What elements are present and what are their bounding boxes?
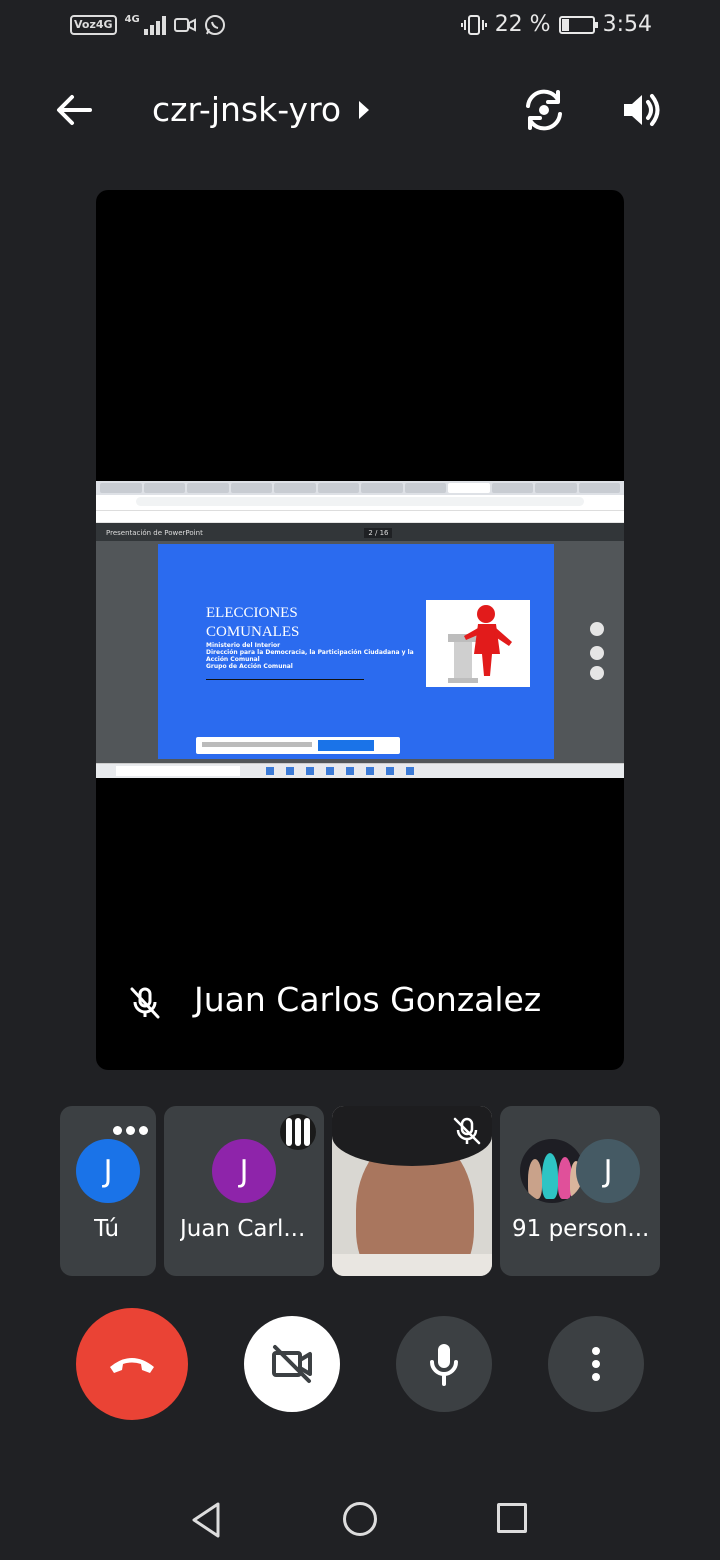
avatar: J xyxy=(576,1139,640,1203)
end-call-icon xyxy=(110,1358,154,1373)
camera-off-icon xyxy=(272,1345,312,1383)
browser-tabs xyxy=(96,481,624,495)
slide-title: ELECCIONES COMUNALES xyxy=(206,605,300,640)
participant-video-tile[interactable] xyxy=(332,1106,492,1276)
mic-toggle-button[interactable] xyxy=(396,1316,492,1412)
clock: 3:54 xyxy=(602,12,652,37)
main-video-tile[interactable]: Presentación de PowerPoint 2 / 16 ELECCI… xyxy=(96,190,624,1070)
speaker-icon[interactable] xyxy=(616,86,664,134)
speaker-name: Juan Carlos Gonzalez xyxy=(194,980,542,1019)
viewer-title: Presentación de PowerPoint xyxy=(106,529,203,537)
slide-subtitle: Ministerio del Interior Dirección para l… xyxy=(206,642,414,670)
system-nav-bar xyxy=(0,1484,720,1560)
more-vert-icon xyxy=(592,1347,600,1381)
windows-taskbar xyxy=(96,763,624,778)
participant-tile-juan[interactable]: J Juan Carl... xyxy=(164,1106,324,1276)
participant-name: Juan Carl... xyxy=(180,1216,306,1242)
slide-divider xyxy=(206,679,364,680)
nav-home-icon[interactable] xyxy=(343,1502,377,1536)
flip-camera-icon[interactable] xyxy=(520,86,568,134)
meeting-info-button[interactable]: czr-jnsk-yro xyxy=(152,90,370,129)
whatsapp-icon xyxy=(204,15,225,35)
share-notice-bar xyxy=(196,737,400,754)
avatar: J xyxy=(76,1139,140,1203)
presentation-slide: ELECCIONES COMUNALES Ministerio del Inte… xyxy=(158,544,554,759)
mic-off-icon xyxy=(453,1117,481,1145)
speaker-name-row: Juan Carlos Gonzalez xyxy=(96,970,624,1070)
avatar: J xyxy=(212,1139,276,1203)
back-arrow-icon[interactable] xyxy=(52,88,96,132)
nav-back-icon[interactable] xyxy=(188,1500,228,1540)
vibrate-icon xyxy=(460,14,487,35)
mic-icon xyxy=(430,1344,458,1386)
mic-off-icon xyxy=(130,987,160,1019)
caret-right-icon xyxy=(359,100,370,119)
video-icon xyxy=(173,18,196,32)
page-indicator: 2 / 16 xyxy=(364,528,393,538)
more-options-button[interactable] xyxy=(548,1316,644,1412)
end-call-button[interactable] xyxy=(76,1308,188,1420)
audio-level-icon xyxy=(280,1114,316,1150)
volte-badge: Voz4G xyxy=(70,15,117,35)
participant-count-label: 91 person... xyxy=(512,1216,650,1242)
more-horiz-icon[interactable] xyxy=(113,1126,148,1135)
screen-share: Presentación de PowerPoint 2 / 16 ELECCI… xyxy=(96,481,624,778)
participant-name: Tú xyxy=(94,1216,120,1242)
battery-icon xyxy=(558,15,598,34)
participant-tile-self[interactable]: J Tú xyxy=(60,1106,156,1276)
group-photo-avatar xyxy=(520,1139,584,1203)
signal-icon: 4G xyxy=(125,15,166,35)
camera-toggle-button[interactable] xyxy=(244,1316,340,1412)
browser-bookmarks xyxy=(96,511,624,523)
status-bar: Voz4G 4G 22 % 3:54 xyxy=(0,0,720,56)
meeting-header: czr-jnsk-yro xyxy=(0,72,720,148)
fit-page-icon xyxy=(590,622,604,636)
zoom-in-icon xyxy=(590,646,604,660)
browser-address-bar xyxy=(96,497,624,511)
pdf-viewer-body: ELECCIONES COMUNALES Ministerio del Inte… xyxy=(96,541,624,763)
nav-recents-icon[interactable] xyxy=(497,1503,527,1533)
zoom-out-icon xyxy=(590,666,604,680)
participant-tile-others[interactable]: J 91 person... xyxy=(500,1106,660,1276)
speaker-figure-image xyxy=(426,600,530,687)
pdf-viewer-toolbar: Presentación de PowerPoint 2 / 16 xyxy=(96,523,624,543)
meeting-code: czr-jnsk-yro xyxy=(152,90,342,129)
battery-percent: 22 % xyxy=(494,12,551,37)
